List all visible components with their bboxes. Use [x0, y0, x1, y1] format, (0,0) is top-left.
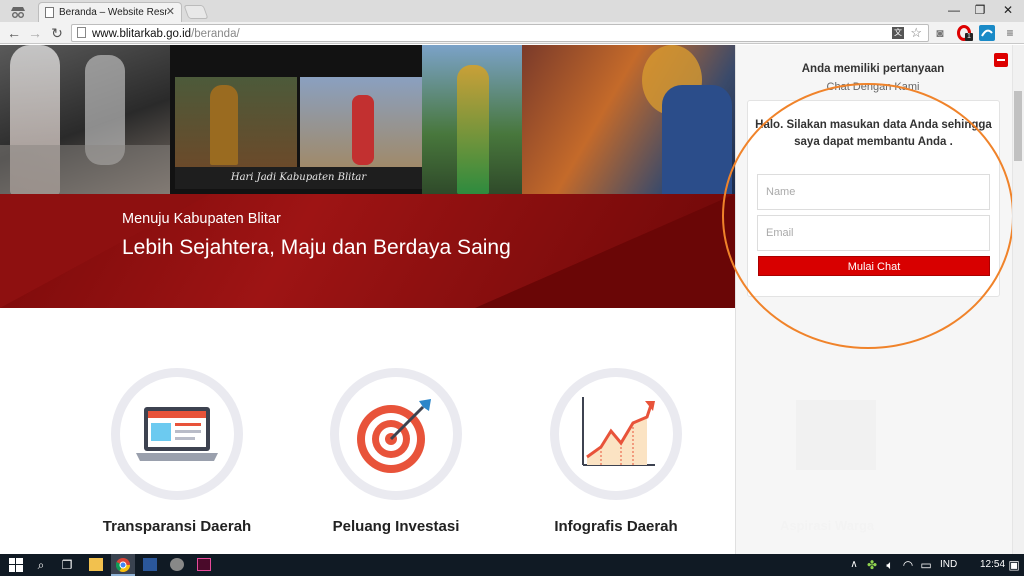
market-photo	[522, 45, 735, 194]
chat-minimize-button[interactable]	[994, 53, 1008, 67]
feature-label: Peluang Investasi	[332, 518, 460, 535]
opera-extension-icon[interactable]: 1	[956, 25, 973, 41]
chevron-up-icon[interactable]: ∧	[846, 556, 862, 574]
forward-icon[interactable]: →	[27, 24, 43, 42]
restore-window-button[interactable]: ❐	[966, 0, 994, 20]
indesign-icon[interactable]	[192, 554, 216, 576]
new-tab-button[interactable]	[183, 5, 209, 19]
photo-caption: Hari Jadi Kabupaten Blitar	[175, 167, 422, 189]
reload-icon[interactable]: ↻	[49, 24, 65, 42]
action-center-icon[interactable]: ▣	[1006, 556, 1022, 574]
search-icon[interactable]: ⌕	[33, 556, 49, 574]
back-icon[interactable]: ←	[6, 24, 22, 42]
notification-icon[interactable]: ▭	[918, 556, 934, 574]
wave-extension-icon[interactable]	[979, 25, 995, 41]
wifi-icon[interactable]: ◠	[900, 556, 916, 574]
close-window-button[interactable]: ✕	[994, 0, 1022, 20]
chat-question: Anda memiliki pertanyaan	[801, 63, 945, 75]
page-viewport: Hari Jadi Kabupaten Blitar Menuju Kabupa…	[0, 45, 1024, 554]
tab-title: Beranda – Website Resmi	[59, 7, 167, 18]
feature-label: Infografis Daerah	[554, 518, 678, 535]
url-path: /beranda/	[191, 28, 240, 40]
laptop-icon	[111, 368, 243, 500]
menu-icon[interactable]: ≡	[1002, 25, 1018, 41]
hero-photo-strip: Hari Jadi Kabupaten Blitar	[0, 45, 735, 194]
clock[interactable]: 12:54	[980, 559, 1005, 570]
banner-subtitle: Menuju Kabupaten Blitar	[122, 211, 281, 227]
chrome-icon[interactable]	[111, 554, 135, 576]
translate-icon[interactable]: 文	[892, 27, 904, 39]
address-bar[interactable]: www.blitarkab.go.id/beranda/ 文 ☆	[71, 24, 929, 42]
banner-headline: Lebih Sejahtera, Maju dan Berdaya Saing	[122, 236, 511, 259]
minimize-window-button[interactable]: —	[940, 0, 968, 20]
dancer-photo	[422, 45, 522, 194]
faded-section-title: Aspirasi Warga	[780, 518, 875, 533]
extension-badge: 1	[965, 33, 973, 41]
feature-label: Transparansi Daerah	[102, 518, 252, 535]
incognito-icon	[8, 3, 28, 19]
app-icon[interactable]	[165, 554, 189, 576]
browser-tab[interactable]: Beranda – Website Resmi ✕	[38, 2, 182, 22]
file-explorer-icon[interactable]	[84, 554, 108, 576]
volume-icon[interactable]: 🔈︎	[882, 556, 898, 574]
word-icon[interactable]	[138, 554, 162, 576]
taskbar: ⌕ ❐ ∧ ✤ 🔈︎ ◠ ▭ IND 12:54 ▣	[0, 554, 1024, 576]
page-icon	[45, 7, 54, 18]
camera-icon[interactable]: ◙	[932, 25, 948, 41]
language-indicator[interactable]: IND	[940, 559, 957, 570]
close-tab-icon[interactable]: ✕	[166, 5, 175, 18]
highlight-circle	[722, 83, 1014, 349]
page-info-icon[interactable]	[77, 27, 86, 38]
task-view-icon[interactable]: ❐	[59, 556, 75, 574]
bookmark-star-icon[interactable]: ☆	[910, 25, 922, 41]
target-icon	[330, 368, 462, 500]
windows-start-icon[interactable]	[8, 556, 24, 574]
chart-icon	[550, 368, 682, 500]
scrollbar-thumb[interactable]	[1014, 91, 1022, 161]
url-host: www.blitarkab.go.id	[92, 28, 192, 40]
network-app-icon[interactable]: ✤	[864, 556, 880, 574]
tagline-banner: Menuju Kabupaten Blitar Lebih Sejahtera,…	[0, 194, 735, 308]
tab-strip: Beranda – Website Resmi ✕ — ❐ ✕	[0, 0, 1024, 22]
flood-photo	[0, 45, 170, 194]
browser-toolbar: ← → ↻ www.blitarkab.go.id/beranda/ 文 ☆ ◙…	[0, 22, 1024, 44]
anniversary-collage: Hari Jadi Kabupaten Blitar	[170, 45, 422, 194]
